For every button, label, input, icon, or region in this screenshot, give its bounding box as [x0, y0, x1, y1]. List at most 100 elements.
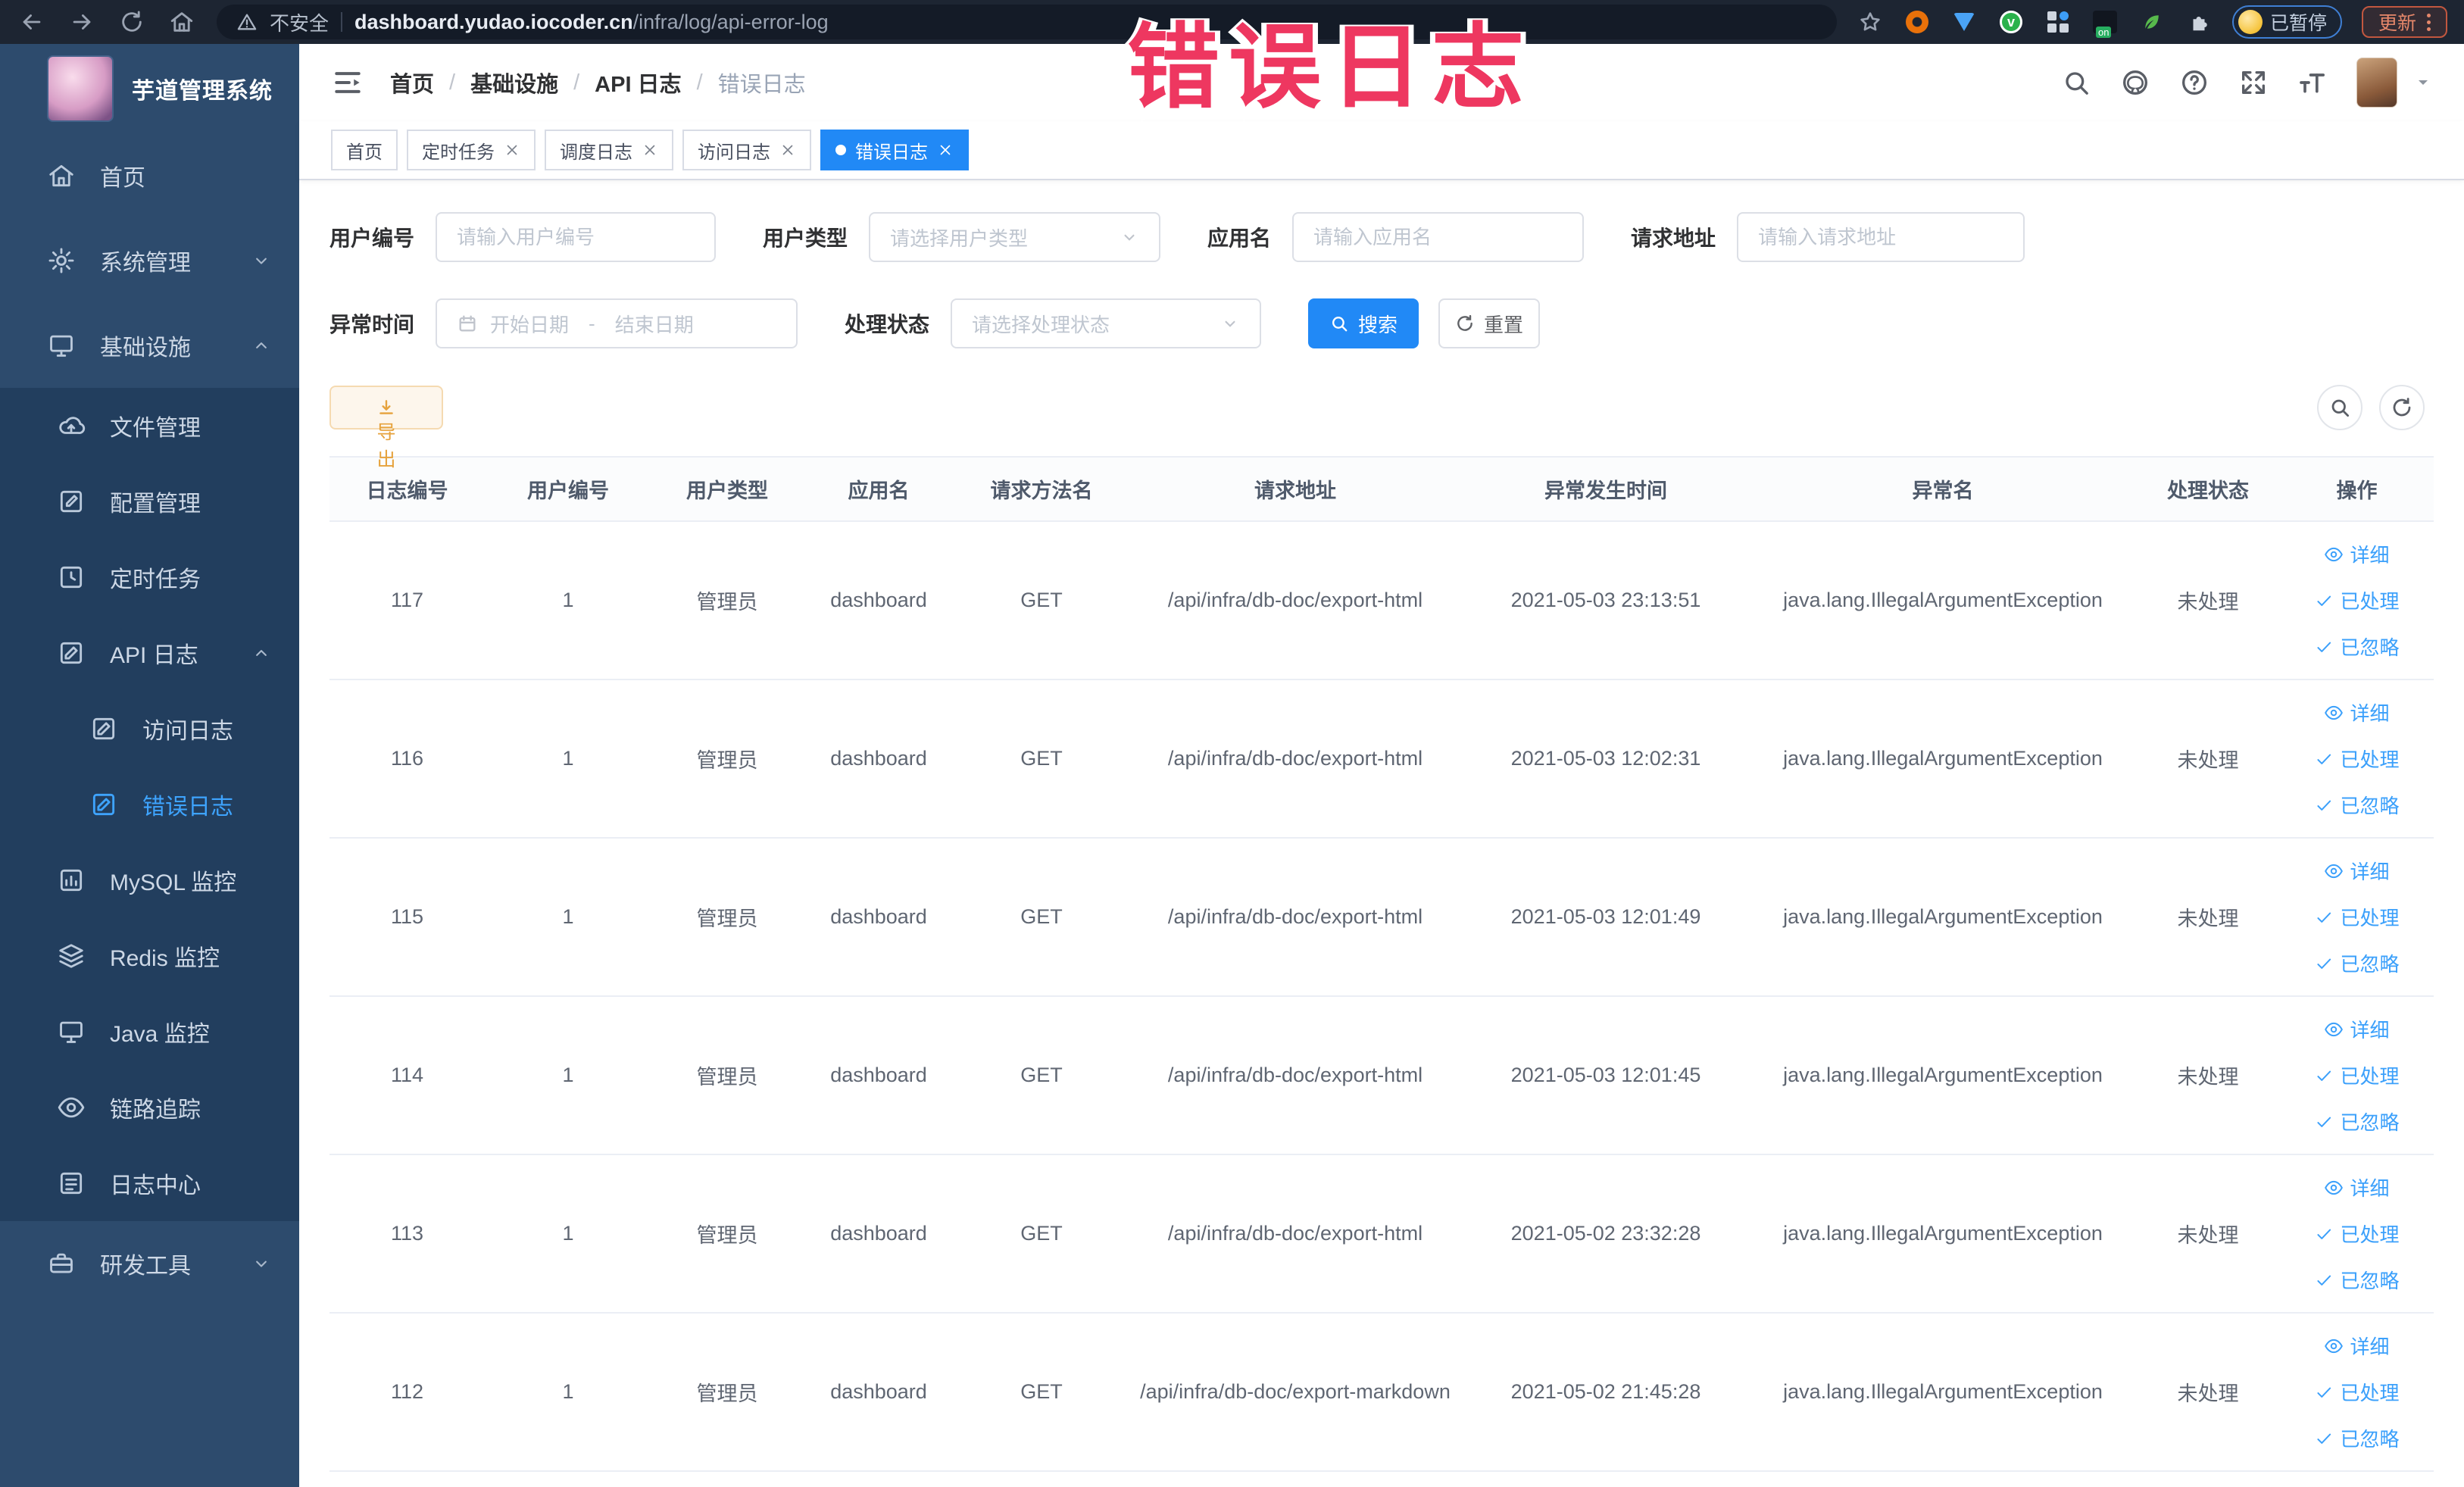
detail-link[interactable]: 详细: [2324, 1332, 2390, 1360]
address-bar[interactable]: 不安全 dashboard.yudao.iocoder.cn/infra/log…: [217, 5, 1837, 39]
user-id-input[interactable]: [457, 225, 695, 249]
date-range-picker[interactable]: 开始日期 - 结束日期: [436, 298, 798, 348]
tab-3[interactable]: 访问日志: [682, 130, 811, 170]
forward-icon[interactable]: [67, 7, 97, 37]
back-icon[interactable]: [17, 7, 47, 37]
search-icon[interactable]: [2061, 67, 2091, 98]
toggle-search-button[interactable]: [2317, 385, 2363, 430]
extension-on-icon[interactable]: [2091, 8, 2119, 38]
ignored-link[interactable]: 已忽略: [2314, 949, 2400, 977]
detail-link[interactable]: 详细: [2324, 540, 2390, 568]
profile-paused-chip[interactable]: 已暂停: [2231, 5, 2342, 39]
ignored-link[interactable]: 已忽略: [2314, 1266, 2400, 1294]
ignored-link[interactable]: 已忽略: [2314, 633, 2400, 661]
reload-icon[interactable]: [117, 7, 147, 37]
detail-link[interactable]: 详细: [2324, 698, 2390, 726]
sidebar-item-2[interactable]: 基础设施: [0, 303, 299, 388]
user-type-select[interactable]: 请选择用户类型: [869, 212, 1161, 262]
close-icon[interactable]: [642, 142, 658, 158]
extension-green-icon[interactable]: v: [1997, 8, 2025, 36]
extensions-puzzle-icon[interactable]: [2185, 8, 2213, 36]
ignored-link-label: 已忽略: [2340, 636, 2400, 659]
fontsize-icon[interactable]: [2297, 67, 2328, 98]
home-nav-icon[interactable]: [167, 7, 197, 37]
search-button[interactable]: 搜索: [1308, 298, 1419, 348]
time-cell: 2021-05-03 12:02:31: [1510, 747, 1701, 770]
detail-link[interactable]: 详细: [2324, 1015, 2390, 1043]
sidebar-item-6[interactable]: API 日志: [0, 615, 299, 691]
browser-menu-icon[interactable]: [2427, 13, 2431, 31]
time-cell: 2021-05-03 23:13:51: [1510, 589, 1701, 611]
processed-link[interactable]: 已处理: [2314, 586, 2400, 614]
method-cell: GET: [1020, 589, 1063, 611]
refresh-table-button[interactable]: [2379, 385, 2425, 430]
bookmark-star-icon[interactable]: [1857, 8, 1884, 36]
processed-link[interactable]: 已处理: [2314, 1220, 2400, 1248]
tab-label: 定时任务: [422, 142, 495, 163]
sidebar-item-12[interactable]: 链路追踪: [0, 1070, 299, 1145]
processed-link[interactable]: 已处理: [2314, 903, 2400, 931]
infra-icon: [47, 331, 76, 360]
processed-link[interactable]: 已处理: [2314, 1061, 2400, 1089]
sidebar-item-9[interactable]: MySQL 监控: [0, 842, 299, 918]
tab-label: 访问日志: [698, 142, 770, 163]
github-icon[interactable]: [2120, 67, 2150, 98]
breadcrumb-item-2[interactable]: API 日志: [595, 67, 681, 98]
ignored-link[interactable]: 已忽略: [2314, 1424, 2400, 1452]
sidebar-item-3[interactable]: 文件管理: [0, 388, 299, 464]
sidebar-logo-row[interactable]: 芋道管理系统: [0, 44, 299, 133]
processed-link[interactable]: 已处理: [2314, 745, 2400, 773]
ignored-link[interactable]: 已忽略: [2314, 1107, 2400, 1136]
sidebar-item-7[interactable]: 访问日志: [0, 691, 299, 767]
tab-0[interactable]: 首页: [331, 130, 398, 170]
sidebar-item-4[interactable]: 配置管理: [0, 464, 299, 539]
browser-toolbar: 不安全 dashboard.yudao.iocoder.cn/infra/log…: [0, 0, 2464, 44]
filter-request-url: 请求地址: [1631, 212, 2025, 262]
app-name-input[interactable]: [1313, 225, 1563, 249]
processed-link-label: 已处理: [2340, 1382, 2400, 1404]
extension-blue-icon[interactable]: [1950, 8, 1978, 36]
tab-4[interactable]: 错误日志: [820, 130, 969, 170]
breadcrumb-item-0[interactable]: 首页: [390, 67, 434, 98]
reset-button[interactable]: 重置: [1438, 298, 1541, 348]
user-type-placeholder: 请选择用户类型: [890, 226, 1029, 250]
chevron-down-icon: [1220, 314, 1240, 333]
breadcrumb-item-1[interactable]: 基础设施: [470, 67, 558, 98]
sidebar-item-13[interactable]: 日志中心: [0, 1145, 299, 1221]
browser-update-button[interactable]: 更新: [2361, 6, 2447, 38]
export-button[interactable]: 导出: [329, 386, 443, 470]
ignored-link[interactable]: 已忽略: [2314, 791, 2400, 819]
process-status-select[interactable]: 请选择处理状态: [951, 298, 1262, 348]
sidebar-item-5[interactable]: 定时任务: [0, 539, 299, 615]
time-cell: 2021-05-02 21:45:28: [1510, 1380, 1701, 1403]
close-icon[interactable]: [779, 142, 796, 158]
extension-grid-icon[interactable]: [2044, 8, 2072, 36]
detail-link[interactable]: 详细: [2324, 857, 2390, 885]
user-avatar[interactable]: [2356, 58, 2397, 108]
sidebar-item-0[interactable]: 首页: [0, 133, 299, 218]
filter-exception-time: 异常时间 开始日期 - 结束日期: [329, 298, 798, 348]
tab-1[interactable]: 定时任务: [407, 130, 536, 170]
hamburger-icon[interactable]: [331, 66, 364, 99]
sidebar-item-11[interactable]: Java 监控: [0, 994, 299, 1070]
detail-link[interactable]: 详细: [2324, 1173, 2390, 1201]
processed-link[interactable]: 已处理: [2314, 1378, 2400, 1406]
extension-leaf-icon[interactable]: [2138, 8, 2166, 36]
extension-orange-icon[interactable]: [1903, 8, 1931, 36]
gear-icon: [47, 246, 76, 275]
fullscreen-icon[interactable]: [2238, 67, 2269, 98]
request-url-input[interactable]: [1758, 225, 2004, 249]
close-icon[interactable]: [504, 142, 520, 158]
sidebar-item-8[interactable]: 错误日志: [0, 767, 299, 842]
exception-cell: java.lang.IllegalArgumentException: [1783, 1064, 2103, 1086]
sidebar-item-label: 错误日志: [142, 795, 233, 820]
avatar-caret-down-icon[interactable]: [2414, 73, 2432, 92]
sidebar-item-14[interactable]: 研发工具: [0, 1221, 299, 1306]
close-icon[interactable]: [937, 142, 954, 158]
sidebar-item-10[interactable]: Redis 监控: [0, 918, 299, 994]
sidebar-item-label: 日志中心: [110, 1173, 201, 1198]
sidebar-item-1[interactable]: 系统管理: [0, 218, 299, 303]
tab-2[interactable]: 调度日志: [545, 130, 673, 170]
help-icon[interactable]: [2179, 67, 2209, 98]
filter-app-name: 应用名: [1207, 212, 1585, 262]
